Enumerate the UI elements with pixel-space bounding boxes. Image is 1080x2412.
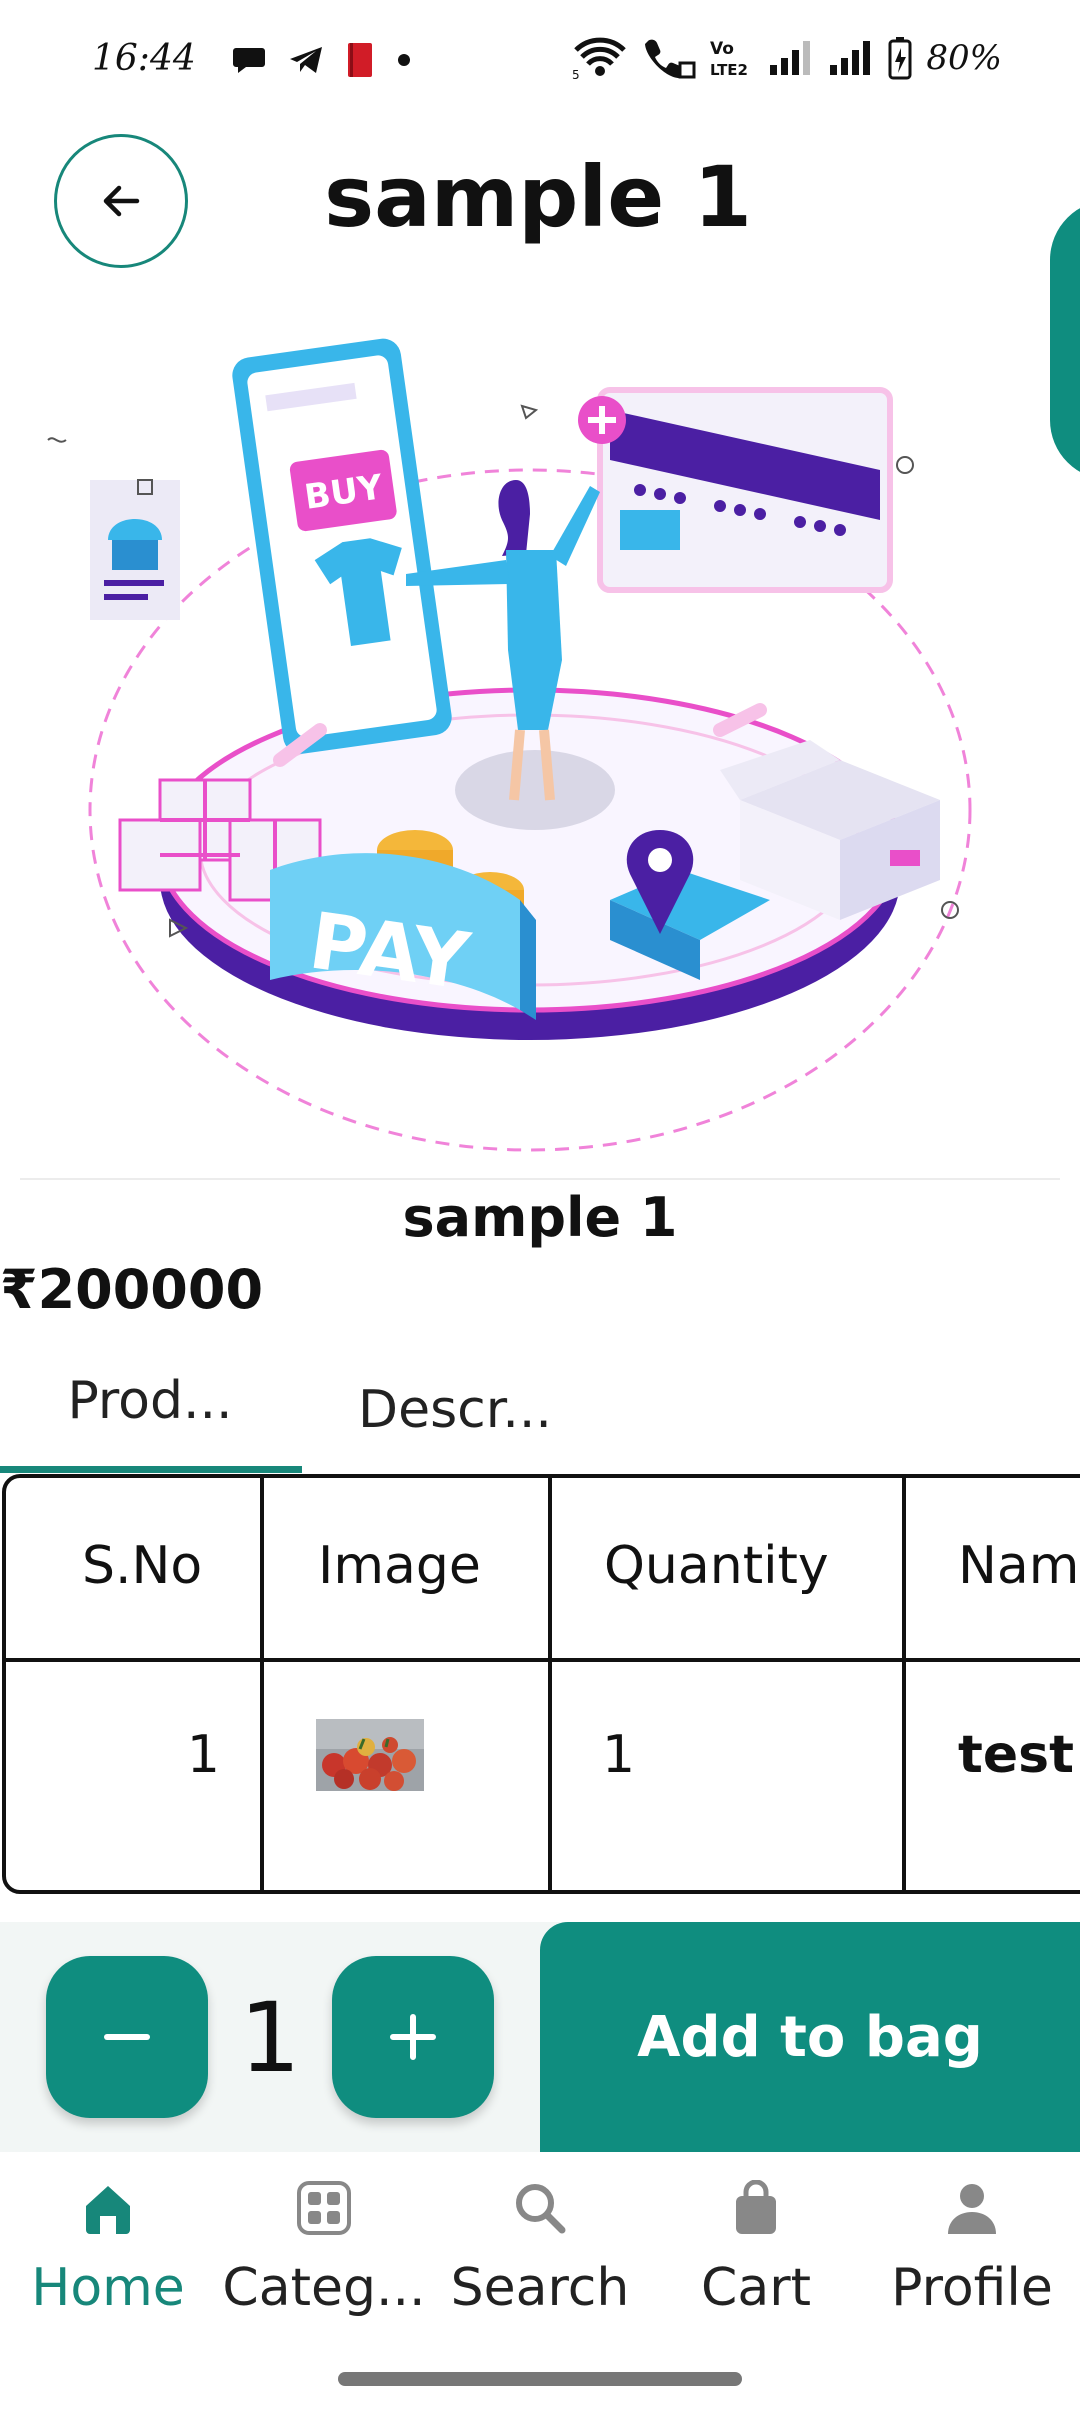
header-name: Nam: [958, 1536, 1080, 1596]
nav-profile-label: Profile: [891, 2258, 1053, 2318]
apples-thumbnail: [316, 1719, 424, 1791]
nav-search[interactable]: Search: [432, 2178, 648, 2328]
status-notification-icons: [232, 42, 412, 78]
cell-image: [316, 1662, 424, 1848]
column-divider: [902, 1474, 906, 1894]
minus-icon: [104, 2034, 150, 2040]
cell-name: test: [958, 1725, 1074, 1785]
battery-percent: 80%: [926, 38, 1002, 78]
decrease-quantity-button[interactable]: [46, 1956, 208, 2118]
bag-icon: [726, 2178, 786, 2238]
increase-quantity-button[interactable]: [332, 1956, 494, 2118]
column-divider: [548, 1474, 552, 1894]
status-time: 16:44: [92, 38, 196, 79]
svg-text:LTE2: LTE2: [710, 61, 748, 79]
dot-icon: [398, 54, 410, 66]
nav-cart[interactable]: Cart: [648, 2178, 864, 2328]
svg-text:Vo: Vo: [710, 39, 734, 59]
signal-icon: [770, 41, 811, 75]
nav-categories[interactable]: Categ...: [216, 2178, 432, 2328]
user-icon: [942, 2178, 1002, 2238]
signal-icon: [830, 41, 871, 75]
table-divider: [2, 1658, 1080, 1662]
header-sno: S.No: [82, 1536, 203, 1596]
quantity-value: 1: [239, 1982, 301, 2094]
product-table: S.No Image Quantity Nam 1 1 test: [0, 1474, 1080, 1896]
nav-search-label: Search: [450, 2258, 630, 2318]
header-image: Image: [318, 1536, 481, 1596]
product-tabs: Prod... Descr...: [0, 1346, 1080, 1474]
header-quantity: Quantity: [604, 1536, 829, 1596]
divider: [20, 1178, 1060, 1180]
hero-illustration: BUY PAY: [47, 338, 972, 1152]
nav-home-label: Home: [31, 2258, 185, 2318]
chat-icon: [233, 48, 265, 73]
wifi-icon: 5: [572, 37, 627, 80]
cell-sno: 1: [186, 1725, 220, 1785]
add-to-bag-button[interactable]: Add to bag: [540, 1922, 1080, 2152]
search-icon: [510, 2178, 570, 2238]
home-icon: [78, 2178, 138, 2238]
telegram-icon: [290, 47, 322, 73]
nav-profile[interactable]: Profile: [864, 2178, 1080, 2328]
page-title: sample 1: [324, 148, 752, 246]
nav-categories-label: Categ...: [222, 2258, 426, 2318]
home-indicator: [338, 2372, 742, 2386]
product-price: ₹200000: [0, 1258, 264, 1321]
plus-icon: [390, 2014, 436, 2060]
nav-home[interactable]: Home: [0, 2178, 216, 2328]
wifi-calling-icon: [645, 39, 696, 79]
tab-description[interactable]: Descr...: [300, 1346, 610, 1474]
nav-cart-label: Cart: [701, 2258, 811, 2318]
tab-products[interactable]: Prod...: [0, 1346, 300, 1474]
svg-text:5: 5: [572, 68, 580, 80]
product-name: sample 1: [402, 1186, 678, 1249]
status-system-icons: 5 Vo LTE2 80%: [572, 36, 1002, 80]
column-divider: [260, 1474, 264, 1894]
volte-icon: Vo LTE2: [710, 39, 748, 79]
book-icon: [348, 43, 372, 77]
battery-icon: [888, 37, 912, 80]
tab-indicator: [0, 1466, 302, 1473]
status-bar: 16:44 5 Vo LTE2 80%: [0, 0, 1080, 124]
grid-icon: [294, 2178, 354, 2238]
cell-quantity: 1: [602, 1725, 636, 1785]
